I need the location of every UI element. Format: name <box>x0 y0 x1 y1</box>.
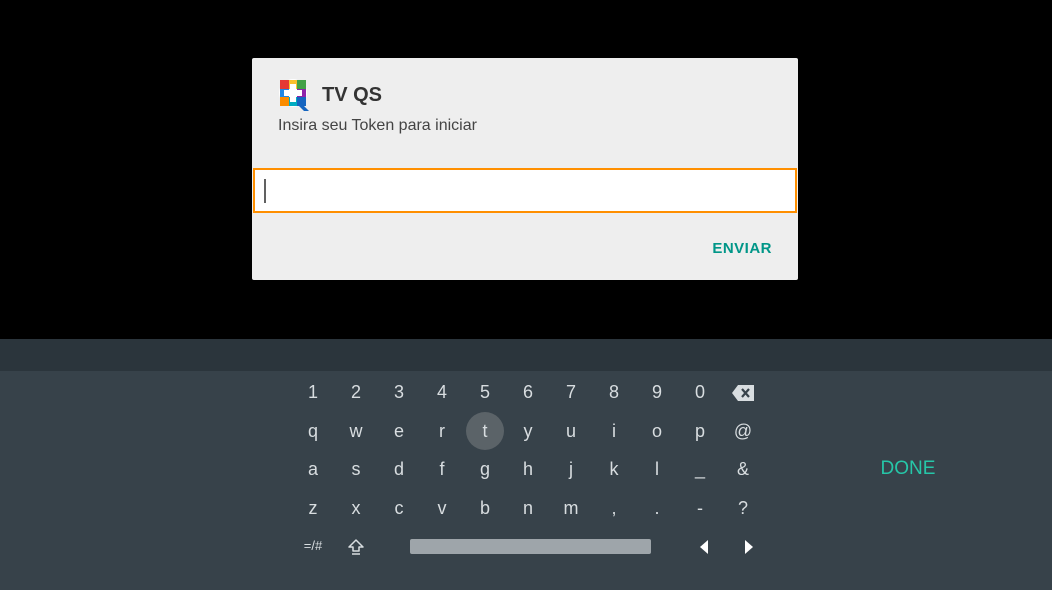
key-period[interactable]: . <box>638 489 676 527</box>
key-question[interactable]: ? <box>724 489 762 527</box>
key-9[interactable]: 9 <box>638 373 676 411</box>
key-v[interactable]: v <box>423 489 461 527</box>
key-c[interactable]: c <box>380 489 418 527</box>
cursor-right-key[interactable] <box>730 527 768 565</box>
key-underscore[interactable]: _ <box>681 450 719 488</box>
dialog-subtitle: Insira seu Token para iniciar <box>278 117 477 134</box>
key-p[interactable]: p <box>681 412 719 450</box>
key-a[interactable]: a <box>294 450 332 488</box>
key-n[interactable]: n <box>509 489 547 527</box>
key-j[interactable]: j <box>552 450 590 488</box>
key-ampersand[interactable]: & <box>724 450 762 488</box>
key-g[interactable]: g <box>466 450 504 488</box>
key-k[interactable]: k <box>595 450 633 488</box>
key-comma[interactable]: , <box>595 489 633 527</box>
key-6[interactable]: 6 <box>509 373 547 411</box>
key-hyphen[interactable]: - <box>681 489 719 527</box>
on-screen-keyboard: 1 2 3 4 5 6 7 8 9 0 q w e r t y u i o p … <box>0 339 1052 590</box>
key-s[interactable]: s <box>337 450 375 488</box>
done-button[interactable]: DONE <box>868 458 948 480</box>
key-l[interactable]: l <box>638 450 676 488</box>
key-y[interactable]: y <box>509 412 547 450</box>
key-f[interactable]: f <box>423 450 461 488</box>
key-z[interactable]: z <box>294 489 332 527</box>
key-4[interactable]: 4 <box>423 373 461 411</box>
shift-icon <box>348 539 364 555</box>
token-dialog: TV QS Insira seu Token para iniciar ENVI… <box>252 58 798 280</box>
app-title: TV QS <box>322 83 383 106</box>
cursor-left-key[interactable] <box>685 527 723 565</box>
key-0[interactable]: 0 <box>681 373 719 411</box>
dialog-header: TV QS <box>278 78 382 112</box>
screen: TV QS Insira seu Token para iniciar ENVI… <box>0 0 1052 590</box>
arrow-right-icon <box>745 540 753 555</box>
symbols-key[interactable]: =/# <box>294 527 332 565</box>
shift-key[interactable] <box>337 527 375 565</box>
backspace-key[interactable] <box>724 373 762 411</box>
key-d[interactable]: d <box>380 450 418 488</box>
backspace-icon <box>732 385 754 402</box>
key-o[interactable]: o <box>638 412 676 450</box>
enviar-button[interactable]: ENVIAR <box>712 240 772 257</box>
space-key[interactable] <box>410 539 651 554</box>
key-x[interactable]: x <box>337 489 375 527</box>
key-3[interactable]: 3 <box>380 373 418 411</box>
key-t[interactable]: t <box>466 412 504 450</box>
key-m[interactable]: m <box>552 489 590 527</box>
key-1[interactable]: 1 <box>294 373 332 411</box>
token-input[interactable] <box>253 168 797 213</box>
keyboard-suggestion-strip <box>0 339 1052 371</box>
text-caret <box>264 179 266 203</box>
key-5[interactable]: 5 <box>466 373 504 411</box>
key-8[interactable]: 8 <box>595 373 633 411</box>
key-2[interactable]: 2 <box>337 373 375 411</box>
key-w[interactable]: w <box>337 412 375 450</box>
key-h[interactable]: h <box>509 450 547 488</box>
key-b[interactable]: b <box>466 489 504 527</box>
key-u[interactable]: u <box>552 412 590 450</box>
key-r[interactable]: r <box>423 412 461 450</box>
key-q[interactable]: q <box>294 412 332 450</box>
arrow-left-icon <box>700 540 708 555</box>
key-e[interactable]: e <box>380 412 418 450</box>
key-7[interactable]: 7 <box>552 373 590 411</box>
key-i[interactable]: i <box>595 412 633 450</box>
key-at[interactable]: @ <box>724 412 762 450</box>
tv-qs-logo-icon <box>279 79 309 111</box>
